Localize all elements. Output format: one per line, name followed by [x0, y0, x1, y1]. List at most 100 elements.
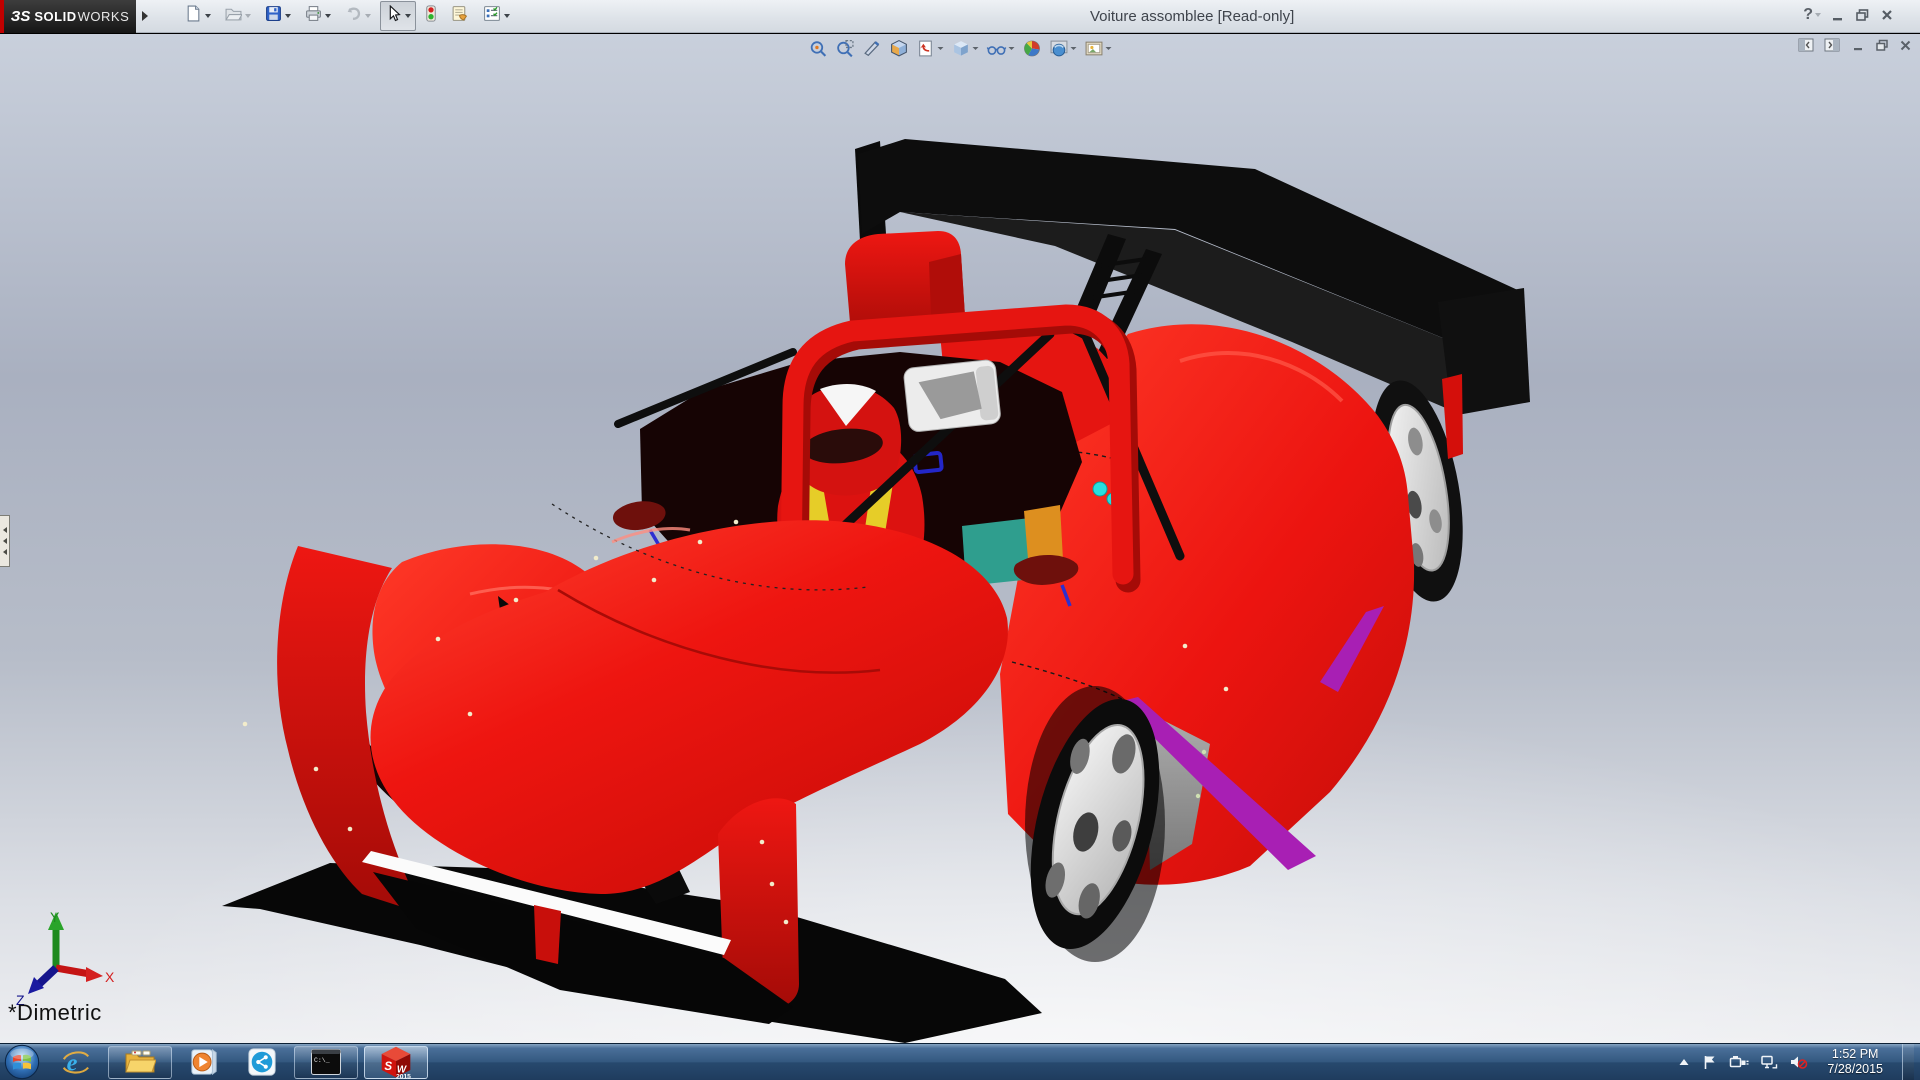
internet-explorer-icon: e: [61, 1047, 91, 1077]
print-button[interactable]: [300, 1, 336, 31]
solidworks-cube-icon: S W 2015: [379, 1045, 413, 1079]
doc-close-icon[interactable]: [1899, 39, 1912, 52]
rocker-rivet: [1196, 794, 1200, 798]
options-list-icon: [483, 5, 501, 27]
splitter-pillar: [534, 905, 561, 964]
prompt-text: C:\_: [314, 1057, 330, 1064]
previous-view-button[interactable]: [914, 37, 947, 60]
minimize-icon: [1831, 8, 1845, 22]
command-prompt-icon: C:\_: [310, 1048, 342, 1076]
file-properties-icon: [451, 5, 469, 27]
share-app-icon: [247, 1047, 277, 1077]
up-arrow-icon: [1677, 1056, 1691, 1068]
network-status-button[interactable]: [1760, 1054, 1778, 1070]
show-hidden-icons-button[interactable]: [1677, 1056, 1691, 1068]
pane-toggle-left-icon[interactable]: [1798, 38, 1814, 52]
solidworks-window: ЗS SOLID WORKS: [0, 0, 1920, 1080]
close-icon: [1880, 8, 1894, 22]
taskbar-share-app[interactable]: [236, 1046, 288, 1079]
rearview-mirror-box: [903, 359, 1001, 432]
glasses-icon: [987, 39, 1007, 58]
windows-start-icon: [4, 1044, 40, 1080]
sw-letter-s: S: [384, 1060, 392, 1073]
taskbar-solidworks[interactable]: S W 2015: [364, 1046, 428, 1079]
help-button[interactable]: ?: [1803, 6, 1821, 24]
section-view-button[interactable]: [860, 37, 885, 60]
zoom-to-area-icon: [836, 39, 855, 58]
3d-model-canvas[interactable]: [0, 34, 1920, 1043]
open-button[interactable]: [220, 1, 256, 31]
logo-bold: SOLID: [34, 9, 76, 24]
taskbar-clock[interactable]: 1:52 PM 7/28/2015: [1819, 1047, 1891, 1077]
options-button[interactable]: [478, 1, 515, 31]
menu-flyout-arrow-icon[interactable]: [138, 6, 152, 26]
zoom-to-fit-button[interactable]: [806, 37, 831, 60]
help-icon: ?: [1803, 6, 1813, 24]
flag-icon: [1702, 1054, 1718, 1070]
previous-view-icon: [917, 39, 936, 58]
pane-toggle-right-icon[interactable]: [1824, 38, 1840, 52]
show-desktop-button[interactable]: [1902, 1044, 1914, 1080]
standard-toolbar: [180, 1, 515, 31]
media-player-icon: [189, 1047, 219, 1077]
sw-badge-year: 2015: [396, 1074, 411, 1079]
zoom-to-fit-icon: [809, 39, 828, 58]
battery-plug-icon: [1729, 1054, 1749, 1070]
doc-restore-icon[interactable]: [1875, 39, 1889, 52]
doc-minimize-icon[interactable]: [1852, 39, 1865, 52]
view-orientation-button[interactable]: [887, 37, 912, 60]
restore-button[interactable]: [1855, 8, 1870, 22]
view-orientation-label: *Dimetric: [8, 1000, 102, 1026]
view-orientation-icon: [890, 39, 909, 58]
rebuild-button[interactable]: [420, 1, 442, 31]
window-buttons: ?: [1803, 6, 1894, 24]
edit-appearance-button[interactable]: [1020, 37, 1045, 60]
taskbar: e: [0, 1043, 1920, 1080]
open-folder-icon: [225, 5, 242, 27]
save-floppy-icon: [265, 5, 282, 27]
document-window-controls: [1798, 38, 1912, 52]
network-icon: [1760, 1054, 1778, 1070]
new-button[interactable]: [180, 1, 216, 31]
hide-show-items-button[interactable]: [984, 37, 1018, 60]
power-status-button[interactable]: [1729, 1054, 1749, 1070]
taskbar-internet-explorer[interactable]: e: [50, 1046, 102, 1079]
start-button[interactable]: [0, 1044, 44, 1080]
graphics-viewport[interactable]: Y X Z *Dimetric: [0, 34, 1920, 1043]
close-button[interactable]: [1880, 8, 1894, 22]
system-tray: 1:52 PM 7/28/2015: [1677, 1044, 1920, 1080]
save-button[interactable]: [260, 1, 296, 31]
minimize-button[interactable]: [1831, 8, 1845, 22]
appearance-sphere-icon: [1023, 39, 1042, 58]
select-button[interactable]: [380, 1, 416, 31]
action-center-button[interactable]: [1702, 1054, 1718, 1070]
taskbar-apps: e: [50, 1044, 428, 1080]
apply-scene-button[interactable]: [1047, 37, 1080, 60]
display-style-icon: [952, 39, 971, 58]
volume-muted-icon: [1789, 1054, 1808, 1070]
titlebar: ЗS SOLID WORKS: [0, 0, 1920, 33]
triad-y-label: Y: [50, 909, 60, 925]
taskbar-media-player[interactable]: [178, 1046, 230, 1079]
file-properties-button[interactable]: [446, 1, 474, 31]
window-title: Voiture assomblee [Read-only]: [1090, 8, 1294, 25]
display-style-button[interactable]: [949, 37, 982, 60]
undo-button[interactable]: [340, 1, 376, 31]
heads-up-view-toolbar: [806, 37, 1115, 60]
solidworks-logo: ЗS SOLID WORKS: [4, 0, 136, 33]
view-settings-icon: [1085, 39, 1104, 58]
rocker-rivet: [1202, 750, 1206, 754]
logo-mark: ЗS: [11, 8, 31, 25]
traffic-light-icon: [425, 5, 437, 27]
logo-light: WORKS: [78, 9, 130, 24]
feature-tree-collapsed-handle[interactable]: [0, 515, 10, 567]
cyan-light: [1093, 482, 1107, 496]
taskbar-command-prompt[interactable]: C:\_: [294, 1046, 358, 1079]
undo-arrow-icon: [345, 5, 362, 27]
restore-icon: [1855, 8, 1870, 22]
taskbar-windows-explorer[interactable]: [108, 1046, 172, 1079]
view-settings-button[interactable]: [1082, 37, 1115, 60]
volume-button[interactable]: [1789, 1054, 1808, 1070]
printer-icon: [305, 5, 322, 27]
zoom-to-area-button[interactable]: [833, 37, 858, 60]
